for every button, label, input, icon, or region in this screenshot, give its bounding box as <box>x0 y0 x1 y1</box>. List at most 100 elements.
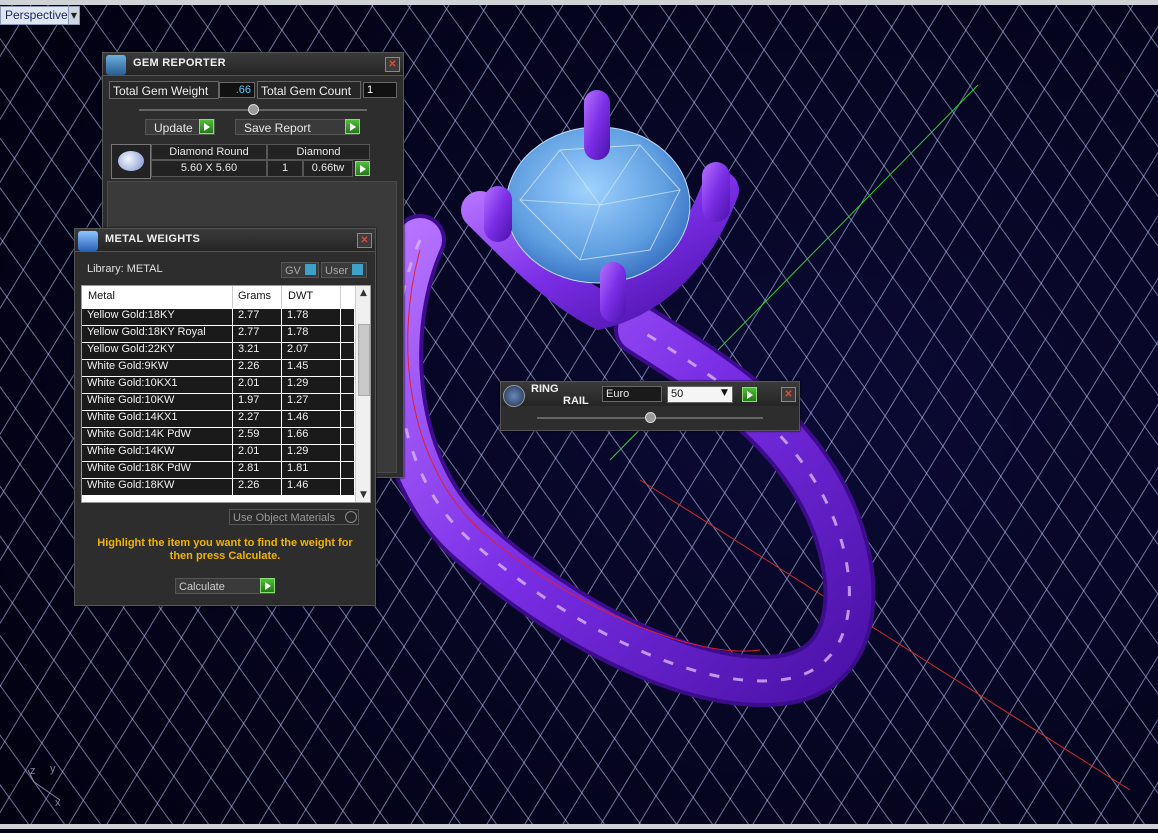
use-object-materials-toggle[interactable]: Use Object Materials <box>229 509 359 525</box>
gem-reporter-title: GEM REPORTER <box>133 57 226 69</box>
metal-table-scrollbar[interactable]: ▲ ▼ <box>355 286 370 502</box>
grams-cell: 2.01 <box>233 445 281 461</box>
grams-cell: 1.97 <box>233 394 281 410</box>
bottom-frame <box>0 824 1158 829</box>
row-pad-cell <box>341 309 354 325</box>
close-icon[interactable]: ✕ <box>357 233 372 248</box>
total-gem-count-label: Total Gem Count <box>257 81 361 99</box>
dwt-cell: 2.07 <box>282 343 340 359</box>
ring-rail-icon <box>503 385 525 407</box>
gv-toggle-indicator <box>305 264 316 275</box>
row-pad-cell <box>341 394 354 410</box>
metal-weights-titlebar[interactable]: METAL WEIGHTS ✕ <box>75 229 375 252</box>
user-toggle-indicator <box>352 264 363 275</box>
row-pad-cell <box>341 411 354 427</box>
close-icon[interactable]: ✕ <box>781 387 796 402</box>
axis-x-label: x <box>55 797 61 809</box>
save-report-go-icon[interactable] <box>345 119 360 134</box>
gem-detail-go-icon[interactable] <box>355 161 370 176</box>
metal-name-cell: Yellow Gold:22KY <box>82 343 232 359</box>
round-diamond-icon <box>118 151 144 171</box>
metal-name-cell: White Gold:10KX1 <box>82 377 232 393</box>
dwt-cell: 1.46 <box>282 411 340 427</box>
ring-rail-title-ring: RING <box>531 383 559 395</box>
ring-rail-go-icon[interactable] <box>742 387 757 402</box>
grams-cell: 2.77 <box>233 326 281 342</box>
grams-cell: 3.21 <box>233 343 281 359</box>
table-row[interactable]: Yellow Gold:18KY Royal 2.77 1.78 <box>82 326 354 343</box>
table-row[interactable]: White Gold:18K PdW 2.81 1.81 <box>82 462 354 479</box>
grams-cell: 2.27 <box>233 411 281 427</box>
ring-rail-slider-thumb[interactable] <box>645 412 656 423</box>
gem-type: Diamond <box>267 144 370 160</box>
row-pad-cell <box>341 360 354 376</box>
row-pad-cell <box>341 326 354 342</box>
gem-reporter-slider-thumb[interactable] <box>248 104 259 115</box>
dwt-cell: 1.81 <box>282 462 340 478</box>
row-pad-cell <box>341 445 354 461</box>
gem-shape: Diamond Round <box>151 144 267 160</box>
scroll-down-icon[interactable]: ▼ <box>358 490 369 500</box>
metal-weights-icon <box>78 231 98 251</box>
table-row[interactable]: Yellow Gold:18KY 2.77 1.78 <box>82 309 354 326</box>
ring-rail-title-rail: RAIL <box>563 395 589 407</box>
table-row[interactable]: White Gold:10KW 1.97 1.27 <box>82 394 354 411</box>
gem-reporter-icon <box>106 55 126 75</box>
metal-name-cell: White Gold:18KW <box>82 479 232 495</box>
library-label: Library: METAL <box>87 263 163 275</box>
top-frame <box>0 0 1158 5</box>
axis-y-label: y <box>50 763 56 775</box>
metal-weights-panel: METAL WEIGHTS ✕ Library: METAL GV User M… <box>74 228 376 606</box>
metal-name-cell: White Gold:14K PdW <box>82 428 232 444</box>
ring-rail-panel: RING RAIL Euro 50 ▼ ✕ <box>500 381 800 431</box>
dwt-cell: 1.29 <box>282 377 340 393</box>
total-gem-weight-label: Total Gem Weight <box>109 81 219 99</box>
table-row[interactable]: White Gold:14K PdW 2.59 1.66 <box>82 428 354 445</box>
gem-weight: 0.66tw <box>303 160 353 177</box>
size-system-field[interactable]: Euro <box>602 386 662 402</box>
dwt-cell: 1.29 <box>282 445 340 461</box>
viewport-title[interactable]: Perspective <box>0 6 73 25</box>
metal-weights-instruction: Highlight the item you want to find the … <box>97 537 353 562</box>
update-go-icon[interactable] <box>199 119 214 134</box>
grams-cell: 2.26 <box>233 360 281 376</box>
dwt-cell: 1.45 <box>282 360 340 376</box>
table-row[interactable]: Yellow Gold:22KY 3.21 2.07 <box>82 343 354 360</box>
metal-name-cell: White Gold:14KX1 <box>82 411 232 427</box>
calculate-go-icon[interactable] <box>260 578 275 593</box>
grams-cell: 2.81 <box>233 462 281 478</box>
gem-thumbnail[interactable] <box>111 144 151 179</box>
gem-reporter-titlebar[interactable]: GEM REPORTER ✕ <box>103 53 403 76</box>
dwt-cell: 1.78 <box>282 309 340 325</box>
metal-name-cell: White Gold:10KW <box>82 394 232 410</box>
table-row[interactable]: White Gold:18KW 2.26 1.46 <box>82 479 354 496</box>
row-pad-cell <box>341 479 354 495</box>
col-grams[interactable]: Grams <box>238 290 271 302</box>
metal-table-header: Metal Grams DWT <box>82 286 354 308</box>
dwt-cell: 1.66 <box>282 428 340 444</box>
row-pad-cell <box>341 428 354 444</box>
row-pad-cell <box>341 377 354 393</box>
viewport-menu-arrow[interactable]: ▼ <box>68 6 80 25</box>
metal-name-cell: White Gold:18K PdW <box>82 462 232 478</box>
scroll-thumb[interactable] <box>358 324 370 396</box>
table-row[interactable]: White Gold:10KX1 2.01 1.29 <box>82 377 354 394</box>
dwt-cell: 1.46 <box>282 479 340 495</box>
close-icon[interactable]: ✕ <box>385 57 400 72</box>
grams-cell: 2.26 <box>233 479 281 495</box>
total-gem-count-value: 1 <box>363 82 397 98</box>
chevron-down-icon[interactable]: ▼ <box>721 388 728 398</box>
metal-name-cell: White Gold:14KW <box>82 445 232 461</box>
table-row[interactable]: White Gold:14KW 2.01 1.29 <box>82 445 354 462</box>
metal-name-cell: Yellow Gold:18KY Royal <box>82 326 232 342</box>
radio-icon[interactable] <box>345 511 357 523</box>
table-row[interactable]: White Gold:14KX1 2.27 1.46 <box>82 411 354 428</box>
row-pad-cell <box>341 343 354 359</box>
scroll-up-icon[interactable]: ▲ <box>358 288 369 298</box>
table-row[interactable]: White Gold:9KW 2.26 1.45 <box>82 360 354 377</box>
save-report-button[interactable]: Save Report <box>235 119 359 135</box>
metal-weights-title: METAL WEIGHTS <box>105 233 201 245</box>
grams-cell: 2.77 <box>233 309 281 325</box>
col-dwt[interactable]: DWT <box>288 290 313 302</box>
col-metal[interactable]: Metal <box>88 290 115 302</box>
